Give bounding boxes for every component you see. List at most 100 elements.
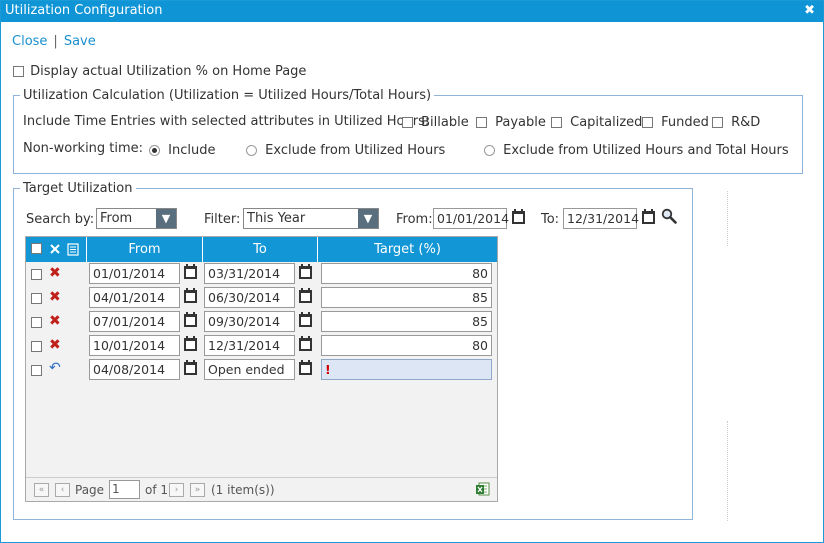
dialog-title: Utilization Configuration (5, 3, 163, 18)
delete-icon[interactable]: ✖ (49, 338, 61, 352)
last-page-icon[interactable]: » (190, 483, 205, 497)
row-from-input[interactable]: 10/01/2014 (89, 335, 180, 356)
close-icon[interactable]: ✖ (804, 3, 815, 18)
delete-icon[interactable]: ✖ (49, 290, 61, 304)
filter-value: This Year (247, 211, 306, 226)
calendar-icon[interactable] (299, 264, 312, 279)
from-date-input[interactable]: 01/01/2014 (433, 208, 509, 229)
action-links: Close | Save (12, 34, 96, 49)
row-checkbox[interactable] (31, 317, 42, 328)
undo-icon[interactable]: ↶ (49, 361, 61, 375)
row-target-input[interactable]: 85 (321, 311, 492, 332)
excel-export-icon[interactable] (475, 482, 490, 497)
calendar-icon[interactable] (299, 360, 312, 375)
next-page-icon[interactable]: › (169, 483, 184, 497)
page-label: Page (75, 483, 105, 497)
column-header-target[interactable]: Target (%) (317, 237, 497, 262)
page-count-label: of 1 (145, 483, 169, 497)
table-row: ✖ 07/01/2014 09/30/2014 85 (26, 310, 497, 334)
nonworking-include: Include (149, 143, 215, 158)
from-label: From: (396, 212, 433, 227)
column-header-to[interactable]: To (202, 237, 317, 262)
first-page-icon[interactable]: « (34, 483, 49, 497)
exclude-utilized-radio[interactable] (246, 145, 257, 156)
row-target-input[interactable]: 85 (321, 287, 492, 308)
payable-checkbox[interactable] (476, 117, 487, 128)
calendar-icon[interactable] (299, 288, 312, 303)
billable-label: Billable (421, 115, 469, 130)
calendar-icon[interactable] (184, 264, 197, 279)
new-row-target-input[interactable]: ! (321, 359, 492, 380)
attribute-funded: Funded (642, 115, 709, 130)
capitalized-checkbox[interactable] (551, 117, 562, 128)
display-utilization-option: Display actual Utilization % on Home Pag… (13, 64, 306, 79)
search-by-value: From (100, 211, 133, 226)
billable-checkbox[interactable] (402, 117, 413, 128)
delete-icon[interactable]: ✖ (49, 314, 61, 328)
row-to-input[interactable]: 03/31/2014 (204, 263, 295, 284)
row-checkbox[interactable] (31, 269, 42, 280)
attribute-rnd: R&D (712, 115, 760, 130)
include-radio[interactable] (149, 145, 160, 156)
exclude-both-label: Exclude from Utilized Hours and Total Ho… (503, 143, 789, 158)
row-from-input[interactable]: 01/01/2014 (89, 263, 180, 284)
row-target-input[interactable]: 80 (321, 263, 492, 284)
calendar-icon[interactable] (512, 209, 525, 224)
rnd-label: R&D (731, 115, 761, 130)
attribute-billable: Billable (402, 115, 469, 130)
row-target-input[interactable]: 80 (321, 335, 492, 356)
item-count-label: (1 item(s)) (211, 483, 275, 497)
grid-header: From To Target (%) (26, 237, 497, 262)
calendar-icon[interactable] (299, 312, 312, 327)
row-checkbox[interactable] (31, 365, 42, 376)
calendar-icon[interactable] (299, 336, 312, 351)
target-grid: From To Target (%) ✖ 01/01/2014 03/31/20… (25, 236, 498, 502)
row-to-input[interactable]: 09/30/2014 (204, 311, 295, 332)
table-row: ✖ 04/01/2014 06/30/2014 85 (26, 286, 497, 310)
previous-page-icon[interactable]: ‹ (55, 483, 70, 497)
filter-select[interactable]: This Year ▼ (243, 208, 379, 229)
select-all-checkbox[interactable] (31, 243, 42, 254)
calendar-icon[interactable] (184, 360, 197, 375)
new-table-row: ↶ 04/08/2014 Open ended ! (26, 358, 497, 382)
table-row: ✖ 10/01/2014 12/31/2014 80 (26, 334, 497, 358)
row-to-input[interactable]: 12/31/2014 (204, 335, 295, 356)
save-link[interactable]: Save (64, 34, 96, 49)
title-bar: Utilization Configuration ✖ (1, 1, 823, 22)
exclude-both-radio[interactable] (484, 145, 495, 156)
chevron-down-icon: ▼ (156, 209, 176, 228)
rnd-checkbox[interactable] (712, 117, 723, 128)
search-by-select[interactable]: From ▼ (96, 208, 177, 229)
row-checkbox[interactable] (31, 341, 42, 352)
new-row-from-input[interactable]: 04/08/2014 (89, 359, 180, 380)
funded-checkbox[interactable] (642, 117, 653, 128)
divider (727, 191, 728, 246)
calendar-icon[interactable] (184, 336, 197, 351)
display-utilization-label: Display actual Utilization % on Home Pag… (30, 64, 307, 79)
new-row-to-input[interactable]: Open ended (204, 359, 295, 380)
calendar-icon[interactable] (184, 312, 197, 327)
table-row: ✖ 01/01/2014 03/31/2014 80 (26, 262, 497, 286)
columns-menu-icon[interactable] (67, 243, 79, 256)
calendar-icon[interactable] (184, 288, 197, 303)
display-utilization-checkbox[interactable] (13, 66, 24, 77)
delete-all-icon[interactable] (49, 243, 61, 255)
to-date-input[interactable]: 12/31/2014 (563, 208, 639, 229)
funded-label: Funded (661, 115, 709, 130)
to-label: To: (541, 212, 560, 227)
row-to-input[interactable]: 06/30/2014 (204, 287, 295, 308)
row-checkbox[interactable] (31, 293, 42, 304)
divider (727, 421, 728, 521)
calendar-icon[interactable] (642, 209, 655, 224)
column-header-from[interactable]: From (86, 237, 202, 262)
page-number-input[interactable]: 1 (109, 480, 140, 499)
search-icon[interactable] (661, 208, 677, 224)
filter-label: Filter: (204, 212, 241, 227)
utilization-calculation-legend: Utilization Calculation (Utilization = U… (23, 88, 432, 103)
exclude-utilized-label: Exclude from Utilized Hours (265, 143, 446, 158)
attribute-capitalized: Capitalized (551, 115, 642, 130)
row-from-input[interactable]: 07/01/2014 (89, 311, 180, 332)
delete-icon[interactable]: ✖ (49, 266, 61, 280)
row-from-input[interactable]: 04/01/2014 (89, 287, 180, 308)
close-link[interactable]: Close (12, 34, 47, 49)
